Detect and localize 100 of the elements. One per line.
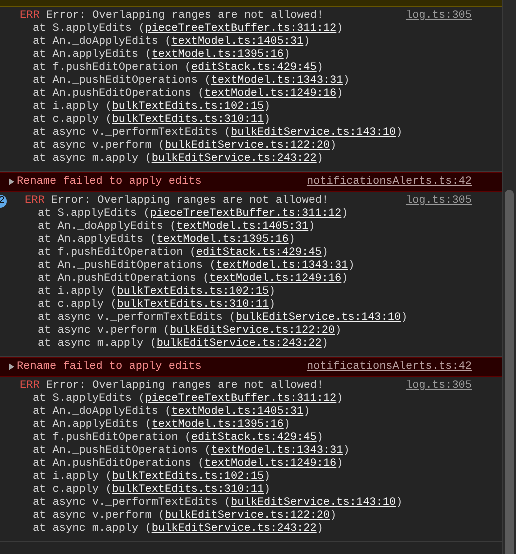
stack-frame-link[interactable]: bulkEditService.ts:143:10	[231, 497, 396, 509]
stack-frame-link[interactable]: textModel.ts:1249:16	[204, 458, 337, 470]
stack-frame-text: at An.pushEditOperations (	[33, 88, 205, 100]
stack-frame-link[interactable]: pieceTreeTextBuffer.ts:311:12	[145, 23, 337, 35]
stack-frame-text: at async v._performTextEdits (	[33, 127, 232, 139]
closing-paren: )	[304, 406, 310, 418]
closing-paren: )	[322, 338, 328, 350]
stack-frame-text: at An.pushEditOperations (	[38, 273, 210, 285]
error-message: ERR Error: Overlapping ranges are not allowed!	[20, 10, 324, 23]
error-row[interactable]: Rename failed to apply edits notificationsAlerts.ts:42	[0, 172, 502, 192]
stack-frame-link[interactable]: textModel.ts:1395:16	[156, 234, 289, 246]
stack-frame-link[interactable]: bulkEditService.ts:122:20	[165, 510, 330, 522]
stack-frame-text: at An._doApplyEdits (	[38, 221, 177, 233]
stack-frame-text: at async m.apply (	[38, 338, 157, 350]
stack-frame-link[interactable]: bulkTextEdits.ts:102:15	[117, 286, 270, 298]
closing-paren: )	[335, 325, 342, 337]
closing-paren: )	[316, 62, 324, 74]
source-link[interactable]: log.ts:305	[406, 380, 472, 393]
closing-paren: )	[269, 299, 276, 311]
closing-paren: )	[316, 432, 324, 444]
closing-paren: )	[343, 445, 350, 457]
closing-paren: )	[342, 208, 348, 220]
error-message: ERR Error: Overlapping ranges are not allowed!	[20, 380, 324, 393]
stack-frame-link[interactable]: textModel.ts:1343:31	[211, 445, 344, 457]
closing-paren: )	[396, 127, 403, 139]
stack-frame-link[interactable]: editStack.ts:429:45	[191, 62, 317, 74]
closing-paren: )	[336, 23, 344, 35]
stack-frame-link[interactable]: pieceTreeTextBuffer.ts:311:12	[145, 393, 337, 405]
stack-frame-link[interactable]: bulkEditService.ts:243:22	[156, 338, 322, 350]
stack-frame-link[interactable]: editStack.ts:429:45	[191, 432, 317, 444]
stack-frame-link[interactable]: bulkEditService.ts:143:10	[231, 127, 396, 139]
stack-frame-link[interactable]: textModel.ts:1395:16	[152, 49, 284, 61]
closing-paren: )	[264, 114, 271, 126]
source-link[interactable]: log.ts:305	[406, 10, 472, 23]
stack-frame-text: at i.apply (	[33, 471, 112, 483]
stack-frame-text: at c.apply (	[38, 299, 118, 311]
stack-frame-link[interactable]: bulkEditService.ts:122:20	[170, 325, 336, 337]
stack-frame-text: at An._pushEditOperations (	[33, 75, 212, 87]
stack-frame-text: at S.applyEdits (	[33, 393, 146, 405]
stack-frame-text: at async m.apply (	[33, 523, 152, 535]
scrollbar-thumb[interactable]	[505, 190, 514, 554]
closing-paren: )	[343, 75, 350, 87]
closing-paren: )	[336, 393, 344, 405]
stack-frame-text: at An._doApplyEdits (	[33, 406, 172, 418]
expand-triangle-icon[interactable]	[8, 178, 15, 186]
stack-frame-link[interactable]: pieceTreeTextBuffer.ts:311:12	[150, 208, 342, 220]
stack-frame-text: at async v._performTextEdits (	[33, 497, 232, 509]
stack-frame-link[interactable]: bulkEditService.ts:243:22	[152, 523, 317, 535]
stack-frame-text: at i.apply (	[33, 101, 112, 113]
closing-paren: )	[264, 101, 271, 113]
closing-paren: )	[342, 273, 348, 285]
stack-frame-link[interactable]: textModel.ts:1249:16	[210, 273, 342, 285]
stack-frame-link[interactable]: bulkTextEdits.ts:102:15	[112, 471, 264, 483]
stack-frame-link[interactable]: bulkEditService.ts:122:20	[165, 140, 330, 152]
stack-frame-text: at async v.perform (	[38, 325, 170, 337]
stack-frame-link[interactable]: textModel.ts:1343:31	[216, 260, 348, 272]
stack-frame-link[interactable]: bulkTextEdits.ts:310:11	[112, 114, 264, 126]
stack-frame-link[interactable]: bulkEditService.ts:243:22	[152, 153, 317, 165]
stack-frame-text: at i.apply (	[38, 286, 118, 298]
closing-paren: )	[264, 484, 271, 496]
closing-paren: )	[401, 312, 408, 324]
error-text: Rename failed to apply edits	[17, 361, 202, 373]
stack-frame-text: at An.applyEdits (	[38, 234, 157, 246]
source-link[interactable]: notificationsAlerts.ts:42	[306, 176, 472, 188]
error-text: Rename failed to apply edits	[17, 176, 202, 188]
closing-paren: )	[336, 458, 344, 470]
source-link[interactable]: log.ts:305	[406, 195, 472, 208]
stack-frame-text: at S.applyEdits (	[38, 208, 150, 220]
expand-triangle-icon[interactable]	[8, 363, 15, 371]
stack-frame-text: at An._pushEditOperations (	[33, 445, 212, 457]
stack-frame-text: at async v._performTextEdits (	[38, 312, 236, 324]
repeat-count-badge: 2	[0, 195, 7, 208]
stack-frame-text: at c.apply (	[33, 114, 112, 126]
source-link[interactable]: notificationsAlerts.ts:42	[306, 361, 472, 373]
stack-frame-link[interactable]: bulkTextEdits.ts:310:11	[112, 484, 264, 496]
stack-frame-text: at f.pushEditOperation (	[33, 432, 192, 444]
stack-frame-text: at c.apply (	[33, 484, 112, 496]
stack-frame-link[interactable]: textModel.ts:1405:31	[176, 221, 309, 233]
stack-frame-link[interactable]: textModel.ts:1395:16	[152, 419, 284, 431]
stack-frame-link[interactable]: textModel.ts:1343:31	[211, 75, 344, 87]
stack-frame-text: at An._doApplyEdits (	[33, 36, 172, 48]
stack-frame-link[interactable]: bulkTextEdits.ts:102:15	[112, 101, 264, 113]
stack-frame-link[interactable]: textModel.ts:1405:31	[172, 36, 304, 48]
stack-frame-text: at S.applyEdits (	[33, 23, 146, 35]
stack-frame-link[interactable]: bulkEditService.ts:143:10	[236, 312, 402, 324]
closing-paren: )	[284, 419, 290, 431]
closing-paren: )	[348, 260, 355, 272]
stack-frame-link[interactable]: textModel.ts:1249:16	[204, 88, 337, 100]
stack-frame-link[interactable]: bulkTextEdits.ts:310:11	[117, 299, 270, 311]
closing-paren: )	[396, 497, 403, 509]
error-message: ERR Error: Overlapping ranges are not allowed!	[25, 195, 329, 208]
stack-frame-link[interactable]: editStack.ts:429:45	[196, 247, 322, 259]
stack-frame-link[interactable]: textModel.ts:1405:31	[172, 406, 304, 418]
error-row[interactable]: Rename failed to apply edits notificationsAlerts.ts:42	[0, 357, 502, 377]
stack-frame-text: at async m.apply (	[33, 153, 152, 165]
stack-frame-text: at An._pushEditOperations (	[38, 260, 216, 272]
closing-paren: )	[288, 234, 296, 246]
closing-paren: )	[308, 221, 316, 233]
closing-paren: )	[316, 153, 324, 165]
closing-paren: )	[304, 36, 310, 48]
